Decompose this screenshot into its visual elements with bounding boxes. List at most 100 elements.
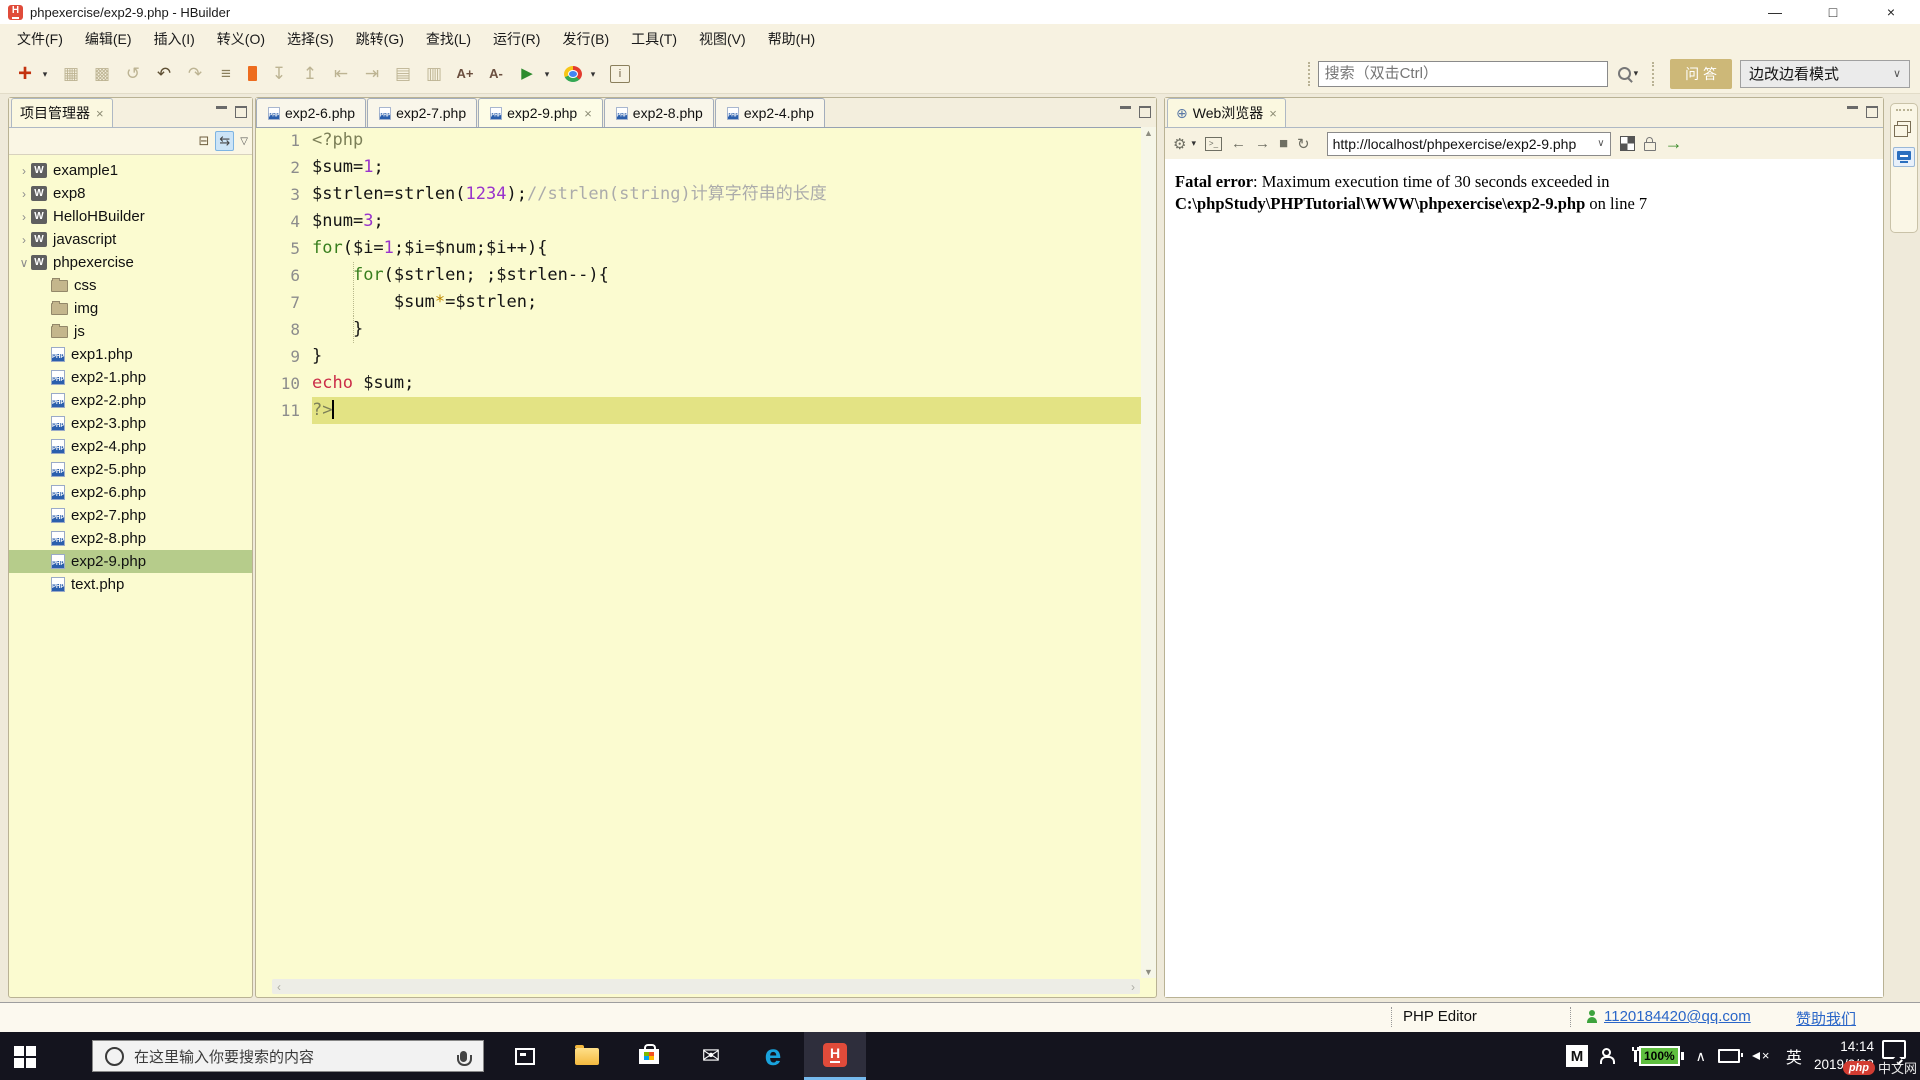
maximize-editor-icon[interactable] — [1139, 106, 1151, 118]
tab-exp2-8.php[interactable]: PHP exp2-8.php — [603, 98, 714, 127]
menu-item[interactable]: 发行(B) — [551, 24, 620, 54]
forward-icon[interactable]: → — [1255, 135, 1270, 152]
tree-item-exp2-2.php[interactable]: PHP exp2-2.php — [9, 389, 252, 412]
editor-vertical-scrollbar[interactable]: ▲ ▼ — [1141, 127, 1156, 978]
close-icon[interactable]: × — [1269, 106, 1277, 121]
close-icon[interactable]: × — [96, 106, 104, 121]
menu-item[interactable]: 选择(S) — [276, 24, 345, 54]
go-icon[interactable]: → — [1665, 133, 1683, 154]
tree-item-exp2-7.php[interactable]: PHP exp2-7.php — [9, 504, 252, 527]
microphone-icon[interactable] — [457, 1050, 472, 1066]
tree-item-css[interactable]: css — [9, 274, 252, 297]
scroll-left-icon[interactable]: ‹ — [272, 980, 286, 994]
code-line-7[interactable]: 7 $sum*=$strlen; — [256, 289, 1141, 316]
scroll-down-icon[interactable]: ▼ — [1144, 966, 1153, 978]
tree-item-exp2-1.php[interactable]: PHP exp2-1.php — [9, 366, 252, 389]
menu-item[interactable]: 查找(L) — [415, 24, 482, 54]
save-icon[interactable]: ▦ — [62, 63, 80, 85]
maximize-panel-icon[interactable] — [235, 106, 247, 118]
code-line-10[interactable]: 10 echo $sum; — [256, 370, 1141, 397]
speaker-muted-icon[interactable] — [1751, 1048, 1774, 1064]
close-tab-icon[interactable]: × — [584, 106, 592, 121]
collapse-all-icon[interactable]: ⊟ — [198, 133, 209, 149]
search-input[interactable] — [1317, 60, 1608, 87]
revert-icon[interactable]: ↺ — [124, 63, 142, 85]
menu-item[interactable]: 帮助(H) — [757, 24, 826, 54]
file-explorer-button[interactable] — [556, 1032, 618, 1080]
console-icon[interactable]: >_ — [1204, 136, 1222, 151]
hidden-icons-chevron[interactable]: ∧ — [1696, 1048, 1706, 1065]
minimize-panel-icon[interactable] — [216, 106, 227, 115]
code-area[interactable]: 1 <?php 2 $sum=1; 3 $strlen=strlen(1234);//st… — [256, 127, 1141, 978]
start-button[interactable] — [14, 1046, 36, 1068]
code-line-6[interactable]: 6 for($strlen; ;$strlen--){ — [256, 262, 1141, 289]
save-all-icon[interactable]: ▩ — [93, 63, 111, 85]
menu-item[interactable]: 插入(I) — [143, 24, 206, 54]
tab-web-browser[interactable]: ⊕ Web浏览器 × — [1167, 98, 1286, 127]
lock-icon[interactable] — [1643, 136, 1656, 151]
hbuilder-taskbar-button[interactable]: H — [804, 1032, 866, 1080]
run-caret-icon[interactable]: ▾ — [543, 63, 551, 85]
stop-icon[interactable]: ■ — [1279, 135, 1288, 152]
ime-indicator[interactable]: 英 — [1786, 1044, 1802, 1068]
tree-item-exp2-3.php[interactable]: PHP exp2-3.php — [9, 412, 252, 435]
refresh-icon[interactable]: ↻ — [1297, 135, 1310, 153]
font-decrease-icon[interactable]: A- — [487, 63, 505, 85]
menu-item[interactable]: 运行(R) — [482, 24, 551, 54]
battery-indicator[interactable]: 100% — [1631, 1046, 1684, 1066]
undo-icon[interactable]: ↶ — [155, 63, 173, 85]
menu-item[interactable]: 工具(T) — [620, 24, 688, 54]
tree-item-exp2-5.php[interactable]: PHP exp2-5.php — [9, 458, 252, 481]
code-line-4[interactable]: 4 $num=3; — [256, 208, 1141, 235]
search-icon[interactable] — [1617, 67, 1631, 80]
tree-item-phpexercise[interactable]: ∨ Wphpexercise — [9, 251, 252, 274]
account-link[interactable]: 1120184420@qq.com — [1604, 1008, 1751, 1025]
tree-item-exp1.php[interactable]: PHP exp1.php — [9, 343, 252, 366]
link-with-editor-icon[interactable]: ⇆ — [215, 131, 235, 151]
export-icon[interactable]: ↥ — [301, 63, 319, 85]
code-line-8[interactable]: 8 } — [256, 316, 1141, 343]
chevron-down-icon[interactable]: ∨ — [17, 256, 31, 270]
tree-item-exp8[interactable]: › Wexp8 — [9, 182, 252, 205]
url-dropdown-icon[interactable]: ∨ — [1597, 138, 1609, 149]
gear-icon[interactable]: ⚙ — [1173, 135, 1186, 153]
tab-exp2-7.php[interactable]: PHP exp2-7.php — [367, 98, 478, 127]
qr-code-icon[interactable] — [1619, 136, 1635, 151]
menu-item[interactable]: 跳转(G) — [345, 24, 415, 54]
code-line-5[interactable]: 5 for($i=1;$i=$num;$i++){ — [256, 235, 1141, 262]
maximize-button[interactable]: □ — [1804, 0, 1862, 24]
import-icon[interactable]: ↧ — [270, 63, 288, 85]
tree-item-js[interactable]: js — [9, 320, 252, 343]
close-button[interactable]: × — [1862, 0, 1920, 24]
edit-preview-mode-select[interactable]: 边改边看模式 ∨ — [1740, 59, 1910, 88]
scroll-right-icon[interactable]: › — [1126, 980, 1140, 994]
restore-layout-icon[interactable] — [1894, 121, 1911, 137]
bookmark-icon[interactable] — [248, 66, 257, 81]
back-icon[interactable]: ← — [1231, 135, 1246, 152]
indent-left-icon[interactable]: ⇤ — [332, 63, 350, 85]
console-icon[interactable]: i — [610, 64, 630, 83]
maximize-browser-icon[interactable] — [1866, 106, 1878, 118]
code-line-9[interactable]: 9} — [256, 343, 1141, 370]
url-input[interactable] — [1327, 135, 1598, 152]
run-icon[interactable]: ▶ — [518, 63, 536, 85]
redo-icon[interactable]: ↷ — [186, 63, 204, 85]
minimize-browser-icon[interactable] — [1847, 106, 1858, 115]
tab-exp2-6.php[interactable]: PHP exp2-6.php — [256, 98, 367, 127]
taskbar-search-box[interactable]: 在这里输入你要搜索的内容 — [92, 1040, 484, 1072]
mail-button[interactable]: ✉ — [680, 1032, 742, 1080]
chevron-right-icon[interactable]: › — [17, 233, 31, 247]
tab-exp2-9.php[interactable]: PHP exp2-9.php × — [478, 98, 603, 127]
tree-item-exp2-6.php[interactable]: PHP exp2-6.php — [9, 481, 252, 504]
chevron-right-icon[interactable]: › — [17, 164, 31, 178]
search-caret-icon[interactable]: ▾ — [1634, 68, 1639, 79]
tree-item-exp2-8.php[interactable]: PHP exp2-8.php — [9, 527, 252, 550]
tree-item-img[interactable]: img — [9, 297, 252, 320]
notification-center-icon[interactable] — [1882, 1040, 1906, 1059]
chevron-right-icon[interactable]: › — [17, 187, 31, 201]
browser-preview-icon[interactable] — [1893, 147, 1915, 167]
m-app-icon[interactable]: M — [1565, 1045, 1588, 1067]
font-increase-icon[interactable]: A+ — [456, 63, 474, 85]
tree-item-exp2-9.php[interactable]: PHP exp2-9.php — [9, 550, 252, 573]
tab-exp2-4.php[interactable]: PHP exp2-4.php — [714, 98, 825, 127]
